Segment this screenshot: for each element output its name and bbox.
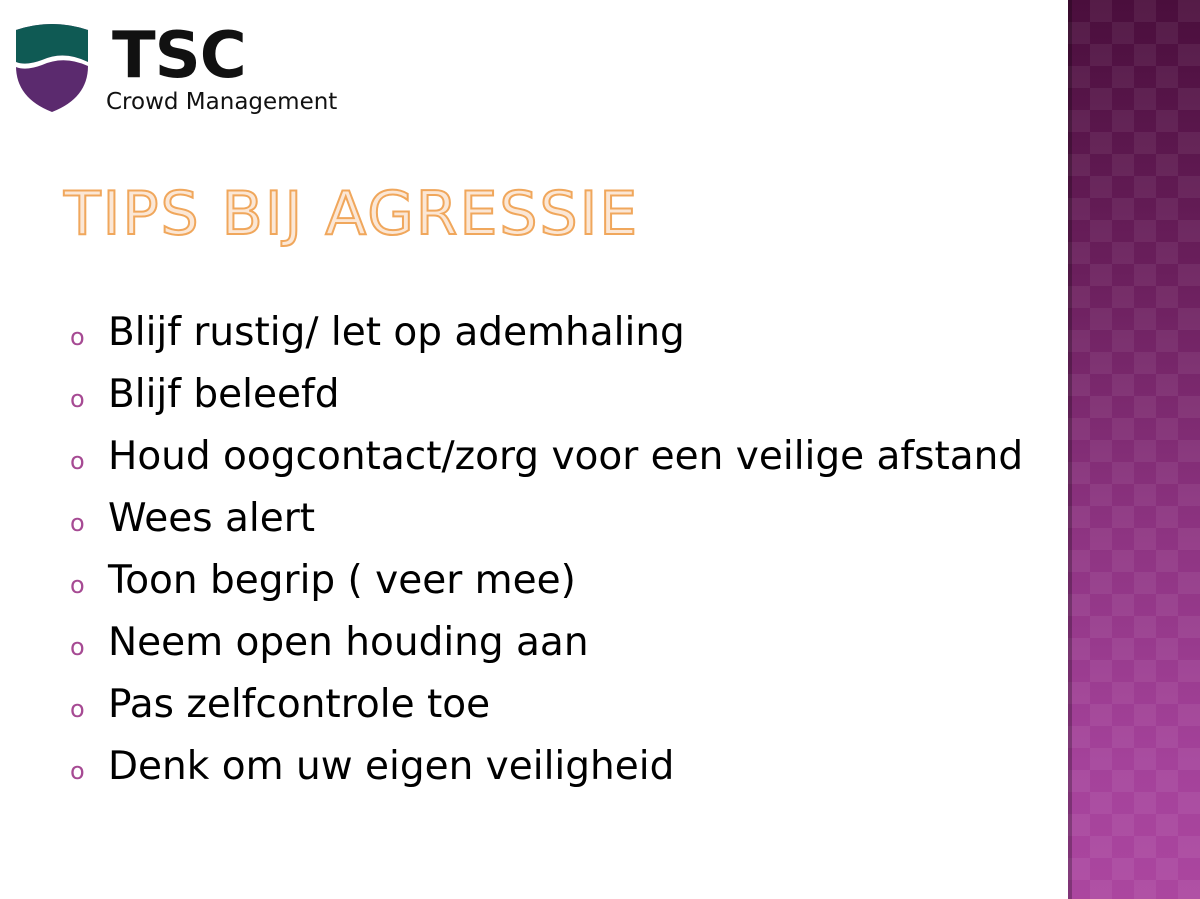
bullet-text: Wees alert — [108, 496, 316, 541]
bullet-list: o Blijf rustig/ let op ademhaling o Blij… — [70, 302, 1023, 798]
slide-title: TIPS BIJ AGRESSIE — [63, 178, 640, 250]
bullet-text: Blijf rustig/ let op ademhaling — [108, 310, 685, 355]
bullet-text: Neem open houding aan — [108, 620, 589, 665]
band-edge — [1068, 0, 1072, 899]
bullet-marker-icon: o — [70, 633, 85, 661]
bullet-text: Blijf beleefd — [108, 372, 340, 417]
diamond-pattern — [1068, 0, 1200, 899]
list-item: o Wees alert — [70, 488, 1023, 550]
bullet-marker-icon: o — [70, 385, 85, 413]
bullet-marker-icon: o — [70, 323, 85, 351]
list-item: o Pas zelfcontrole toe — [70, 674, 1023, 736]
bullet-marker-icon: o — [70, 757, 85, 785]
list-item: o Blijf rustig/ let op ademhaling — [70, 302, 1023, 364]
list-item: o Blijf beleefd — [70, 364, 1023, 426]
bullet-marker-icon: o — [70, 695, 85, 723]
bullet-text: Denk om uw eigen veiligheid — [108, 744, 675, 789]
list-item: o Toon begrip ( veer mee) — [70, 550, 1023, 612]
tsc-logo: TSC Crowd Management — [12, 22, 382, 122]
bullet-marker-icon: o — [70, 447, 85, 475]
bullet-text: Houd oogcontact/zorg voor een veilige af… — [108, 434, 1024, 479]
decorative-side-band — [1068, 0, 1200, 899]
bullet-marker-icon: o — [70, 509, 85, 537]
slide: TSC Crowd Management TIPS BIJ AGRESSIE o… — [0, 0, 1200, 899]
logo-brand: TSC — [112, 19, 247, 93]
shield-logo-icon — [16, 24, 88, 112]
bullet-text: Toon begrip ( veer mee) — [108, 558, 576, 603]
list-item: o Houd oogcontact/zorg voor een veilige … — [70, 426, 1023, 488]
bullet-text: Pas zelfcontrole toe — [108, 682, 491, 727]
bullet-marker-icon: o — [70, 571, 85, 599]
logo-tagline: Crowd Management — [106, 89, 338, 115]
list-item: o Neem open houding aan — [70, 612, 1023, 674]
list-item: o Denk om uw eigen veiligheid — [70, 736, 1023, 798]
